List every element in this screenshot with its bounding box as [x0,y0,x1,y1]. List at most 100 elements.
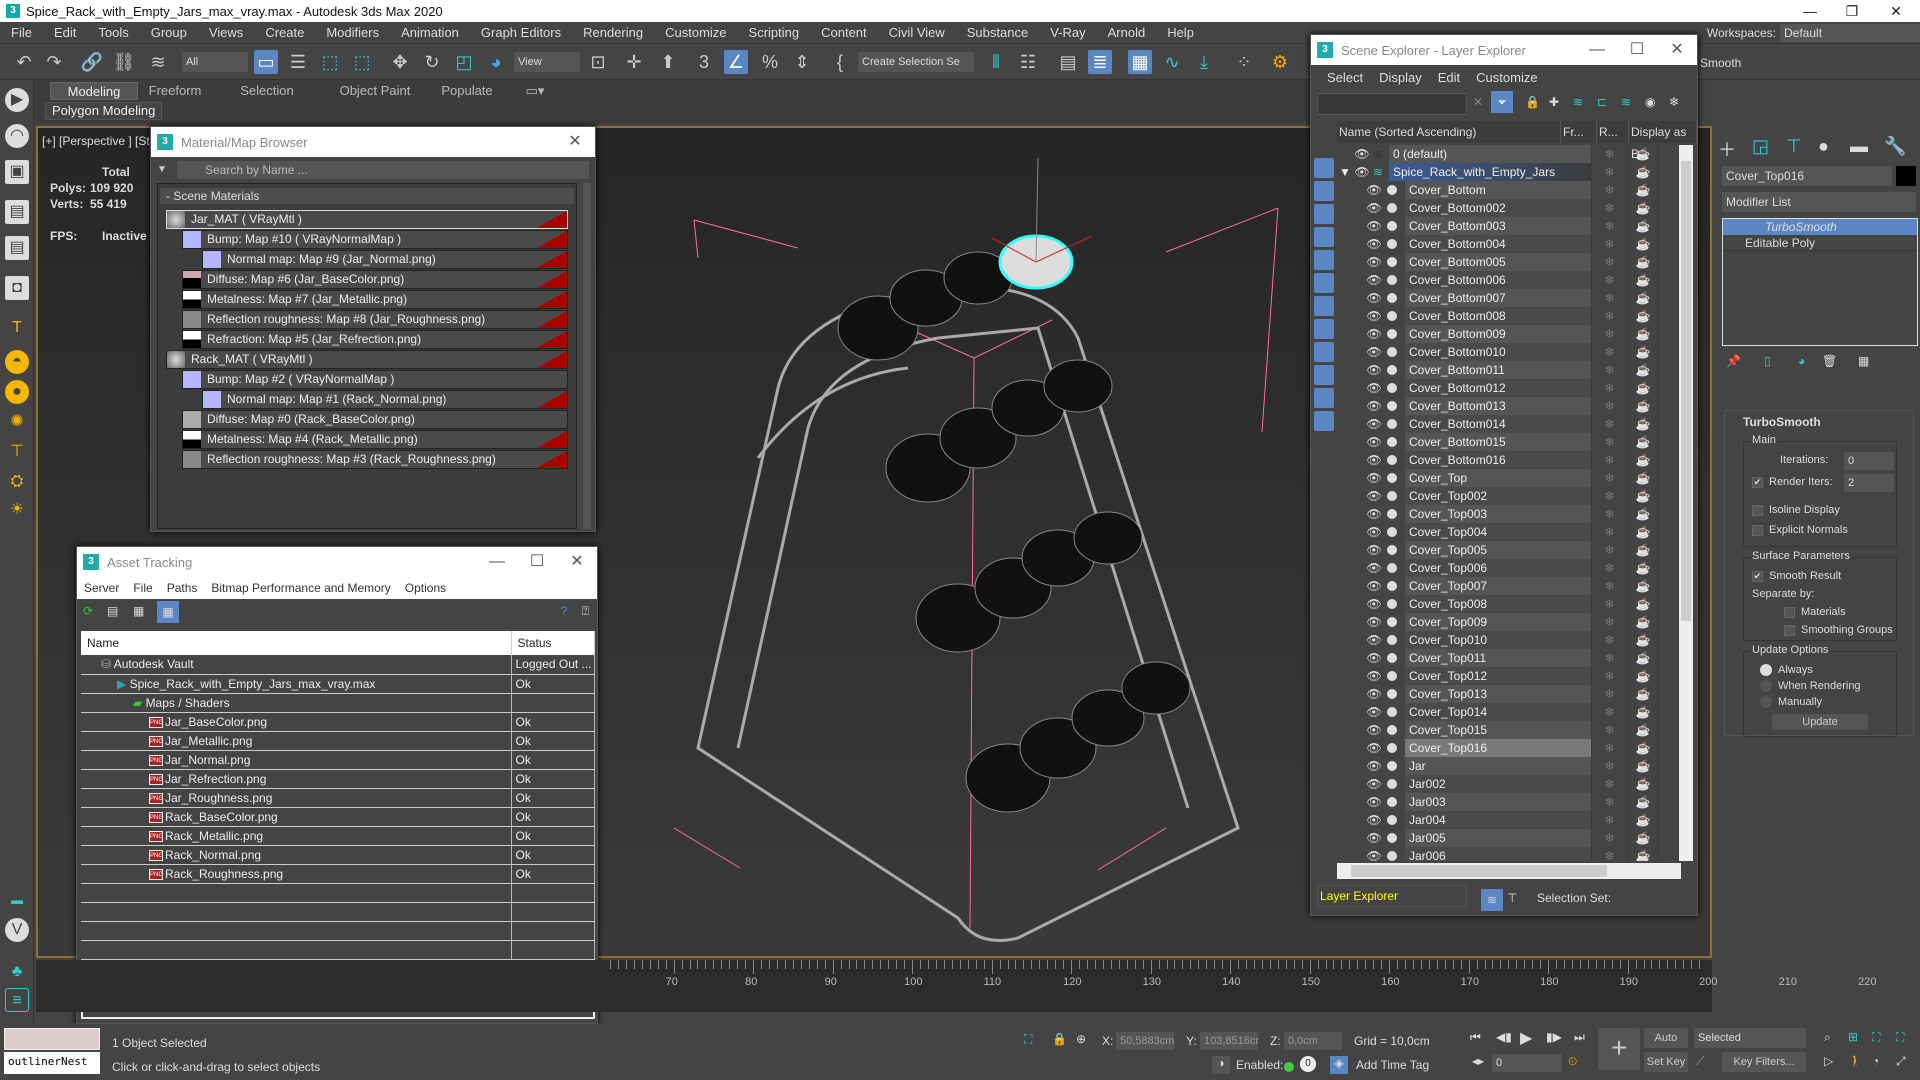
freeze-icon[interactable]: ❄ [1591,307,1627,325]
column-name[interactable]: Name [81,631,512,655]
freeze-icon[interactable]: ❄ [1591,361,1627,379]
zoom-extents-all-icon[interactable]: ⛶ [1896,1030,1904,1045]
se-search-input[interactable] [1317,93,1467,115]
when-rendering-radio[interactable] [1760,680,1772,693]
scene-object-row[interactable]: 👁 Cover_Bottom ❄ ☕ [1337,181,1682,199]
freeze-icon[interactable]: ❄ [1669,95,1679,109]
scene-object-row[interactable]: 👁 Cover_Bottom003 ❄ ☕ [1337,217,1682,235]
renderable-teapot-icon[interactable]: ☕ [1627,721,1659,739]
select-by-name-icon[interactable]: ☰ [286,50,310,74]
scene-object-row[interactable]: 👁 Cover_Top016 ❄ ☕ [1337,739,1682,757]
make-unique-icon[interactable]: ◕ [1798,354,1805,368]
spotlight-icon[interactable]: T [5,316,29,340]
create-tab-icon[interactable]: ＋ [1718,136,1736,162]
rollout-title[interactable]: TurboSmooth [1725,411,1913,433]
render-iters-checkbox[interactable]: ✔ [1752,476,1763,488]
renderable-teapot-icon[interactable]: ☕ [1627,469,1659,487]
tree-view-icon[interactable]: ▦ [133,604,144,618]
renderable-teapot-icon[interactable]: ☕ [1627,487,1659,505]
absolute-mode-icon[interactable]: ⊕ [1076,1032,1086,1046]
renderable-teapot-icon[interactable]: ☕ [1627,667,1659,685]
object-name-field[interactable]: Cover_Top016 [1722,166,1892,186]
redo-icon[interactable]: ↷ [42,50,66,74]
at-menu-file[interactable]: File [126,581,159,595]
scene-states-icon[interactable]: ▤ [5,200,29,224]
menu-rendering[interactable]: Rendering [572,25,654,40]
next-frame-icon[interactable]: ▮▶ [1546,1030,1562,1044]
eye-icon[interactable]: 👁 [1365,451,1383,469]
camera-sequence-icon[interactable]: ▤ [5,236,29,260]
teapot-icon[interactable]: ▶ [5,88,29,112]
at-menu-bitmap-performance-and-memory[interactable]: Bitmap Performance and Memory [204,581,397,595]
maximize-viewport-icon[interactable]: ⤢ [1896,1054,1906,1069]
stack-editable-poly[interactable]: Editable Poly [1723,235,1917,251]
toggle-ribbon-icon[interactable]: ▦ [1128,50,1152,74]
isoline-checkbox[interactable] [1752,504,1763,516]
add-layer-icon[interactable]: ✚ [1549,95,1559,109]
menu-customize[interactable]: Customize [654,25,737,40]
maximize-icon[interactable]: ☐ [517,547,557,577]
select-manipulate-icon[interactable]: ✛ [622,50,646,74]
lock-icon[interactable]: 🔒 [1525,95,1540,109]
eye-icon[interactable]: 👁 [1365,505,1383,523]
asset-row[interactable]: ▶ Spice_Rack_with_Empty_Jars_max_vray.ma… [81,674,595,694]
window-crossing-icon[interactable]: ⬚ [350,50,374,74]
eye-icon[interactable]: 👁 [1365,289,1383,307]
align-icon[interactable]: ☷ [1016,50,1040,74]
eye-icon[interactable]: 👁 [1365,253,1383,271]
mmb-scrollbar[interactable] [583,183,591,529]
eye-icon[interactable]: 👁 [1365,703,1383,721]
scene-object-row[interactable]: 👁 Cover_Bottom011 ❄ ☕ [1337,361,1682,379]
tab-selection[interactable]: Selection [230,82,304,100]
workspaces-dropdown[interactable]: Default [1780,24,1920,42]
eye-icon[interactable]: 👁 [1365,595,1383,613]
set-key-big-button[interactable]: + [1598,1028,1640,1070]
renderable-teapot-icon[interactable]: ☕ [1627,217,1659,235]
scene-object-row[interactable]: 👁 Jar002 ❄ ☕ [1337,775,1682,793]
menu-substance[interactable]: Substance [956,25,1039,40]
eye-icon[interactable]: 👁 [1365,613,1383,631]
angle-snap-icon[interactable]: ∠ [724,50,748,74]
renderable-teapot-icon[interactable]: ☕ [1627,343,1659,361]
object-color-swatch[interactable] [1896,166,1916,186]
scale-icon[interactable]: ◰ [452,50,476,74]
freeze-icon[interactable]: ❄ [1591,523,1627,541]
se-horizontal-scrollbar[interactable] [1337,863,1681,879]
eye-icon[interactable]: 👁 [1365,631,1383,649]
render-setup-icon[interactable]: ⚙ [1268,50,1292,74]
material-item[interactable]: Metalness: Map #4 (Rack_Metallic.png) [182,430,568,449]
help-cursor-icon[interactable]: ⍰ [582,604,589,619]
column-renderable[interactable]: R... [1597,121,1629,143]
filter-icon[interactable]: ⏷ [1491,91,1513,113]
menu-create[interactable]: Create [254,25,315,40]
freeze-icon[interactable]: ❄ [1591,487,1627,505]
renderable-teapot-icon[interactable]: ☕ [1627,757,1659,775]
scene-object-row[interactable]: 👁 Cover_Bottom013 ❄ ☕ [1337,397,1682,415]
prev-frame-icon[interactable]: ◀▮ [1496,1030,1512,1044]
tab-freeform[interactable]: Freeform [140,82,210,100]
menu-modifiers[interactable]: Modifiers [315,25,390,40]
eye-icon[interactable]: 👁 [1365,397,1383,415]
at-menu-server[interactable]: Server [77,581,126,595]
utilities-tab-icon[interactable]: 🔧 [1884,136,1906,157]
scene-object-row[interactable]: 👁 Cover_Top003 ❄ ☕ [1337,505,1682,523]
scene-object-row[interactable]: 👁 Jar005 ❄ ☕ [1337,829,1682,847]
renderable-teapot-icon[interactable]: ☕ [1627,379,1659,397]
close-icon[interactable]: ✕ [1874,0,1918,22]
freeze-icon[interactable]: ❄ [1591,343,1627,361]
shield-icon[interactable]: ◑ [1212,1056,1230,1074]
freeze-icon[interactable]: ❄ [1591,217,1627,235]
clear-search-icon[interactable]: ✕ [1473,95,1483,109]
show-end-result-icon[interactable]: ▯ [1764,354,1771,368]
bind-spacewarp-icon[interactable]: ≋ [146,50,170,74]
freeze-icon[interactable]: ❄ [1591,739,1627,757]
y-coordinate[interactable]: 103,8516cr [1200,1032,1259,1050]
display-tab-icon[interactable]: ▬ [1850,136,1868,157]
material-item[interactable]: Jar_MAT ( VRayMtl ) [166,210,568,229]
helper-icon[interactable]: ⛭ [5,470,29,494]
renderable-teapot-icon[interactable]: ☕ [1627,847,1659,861]
renderable-teapot-icon[interactable]: ☕ [1627,793,1659,811]
scene-object-row[interactable]: 👁 Cover_Top014 ❄ ☕ [1337,703,1682,721]
snaps-toggle-icon[interactable]: 3 [692,50,716,74]
renderable-teapot-icon[interactable]: ☕ [1627,649,1659,667]
